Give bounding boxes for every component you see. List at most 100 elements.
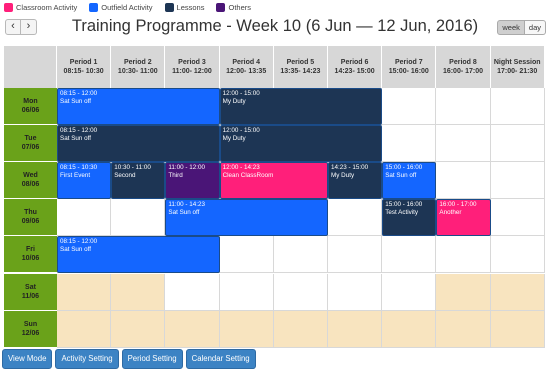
event-title: Sat Sun off (60, 135, 92, 143)
time-slot[interactable] (165, 273, 220, 311)
period-header: Period 8 16:00- 17:00 (436, 46, 491, 88)
period-name: Period 8 (449, 59, 477, 66)
event-block-outfield[interactable]: 08:15 - 12:00 Sat Sun off (57, 88, 220, 126)
view-mode-button[interactable]: View Mode (2, 349, 53, 369)
calendar-setting-button[interactable]: Calendar Setting (185, 349, 256, 369)
time-slot[interactable] (111, 310, 166, 348)
time-slot[interactable] (382, 236, 437, 274)
event-block-lesson[interactable]: 15:00 - 16:00 Test Activity (382, 199, 437, 237)
time-slot[interactable] (436, 236, 491, 274)
time-slot[interactable] (328, 273, 383, 311)
activity-setting-button[interactable]: Activity Setting (55, 349, 119, 369)
event-time: 12:00 - 15:00 (222, 127, 260, 135)
time-slot[interactable] (328, 310, 383, 348)
time-slot[interactable] (490, 236, 545, 274)
day-name: Sun (23, 320, 38, 328)
time-slot[interactable] (165, 310, 220, 348)
time-slot[interactable] (219, 273, 274, 311)
event-block-lesson[interactable]: 12:00 - 15:00 My Duty (219, 88, 383, 126)
day-date: 09/06 (21, 218, 40, 226)
day-name: Fri (26, 246, 35, 254)
period-time: 10:30- 11:00 (117, 68, 158, 75)
event-title: Clean ClassRoom (222, 172, 274, 180)
time-slot[interactable] (219, 310, 274, 348)
day-name: Tue (24, 135, 37, 143)
event-block-classroom[interactable]: 12:00 - 14:23 Clean ClassRoom (219, 162, 328, 200)
event-block-outfield[interactable]: 15:00 - 16:00 Sat Sun off (382, 162, 437, 200)
period-name: Period 2 (123, 59, 152, 66)
event-time: 15:00 - 16:00 (385, 201, 423, 209)
time-slot[interactable] (273, 310, 328, 348)
event-title: Test Activity (385, 209, 419, 217)
time-slot[interactable] (490, 125, 545, 163)
time-slot[interactable] (382, 273, 437, 311)
period-time: 17:00- 21:30 (497, 68, 538, 75)
time-slot[interactable] (57, 199, 112, 237)
event-title: Third (168, 172, 183, 180)
event-block-lesson[interactable]: 10:30 - 11:00 Second (111, 162, 166, 200)
time-slot[interactable] (111, 273, 166, 311)
time-slot[interactable] (490, 273, 545, 311)
calendar-grid: Period 1 08:15- 10:30 Period 2 10:30- 11:00… (4, 46, 545, 348)
period-time: 12:00- 13:35 (226, 68, 267, 75)
period-name: Period 7 (394, 59, 423, 66)
week-view-button[interactable]: week (497, 20, 525, 35)
period-header: Period 2 10:30- 11:00 (111, 46, 166, 88)
period-header: Period 3 11:00- 12:00 (165, 46, 220, 88)
legend-item-classroom: Classroom Activity (4, 2, 77, 12)
period-name: Night Session (493, 59, 541, 66)
time-slot[interactable] (436, 162, 491, 200)
day-header: Fri 10/06 (4, 236, 57, 274)
time-slot[interactable] (436, 88, 491, 126)
day-view-button[interactable]: day (524, 20, 546, 35)
grid-corner (4, 46, 57, 88)
event-block-outfield[interactable]: 08:15 - 12:00 Sat Sun off (57, 236, 220, 274)
time-slot[interactable] (490, 199, 545, 237)
event-block-other[interactable]: 11:00 - 12:00 Third (165, 162, 220, 200)
day-date: 12/06 (21, 329, 40, 337)
day-name: Mon (23, 98, 38, 106)
day-header: Wed 08/06 (4, 162, 57, 200)
period-setting-button[interactable]: Period Setting (121, 349, 183, 369)
others-swatch (216, 2, 226, 12)
lessons-swatch (164, 2, 174, 12)
day-date: 06/06 (21, 107, 40, 115)
event-block-classroom[interactable]: 16:00 - 17:00 Another (436, 199, 491, 237)
period-header: Period 1 08:15- 10:30 (57, 46, 112, 88)
event-title: My Duty (331, 172, 355, 180)
event-time: 15:00 - 16:00 (385, 164, 423, 172)
time-slot[interactable] (382, 310, 437, 348)
time-slot[interactable] (273, 273, 328, 311)
time-slot[interactable] (436, 125, 491, 163)
event-block-outfield[interactable]: 11:00 - 14:23 Sat Sun off (165, 199, 328, 237)
legend-item-outfield: Outfield Activity (89, 2, 153, 12)
time-slot[interactable] (273, 236, 328, 274)
event-block-lesson[interactable]: 14:23 - 15:00 My Duty (328, 162, 383, 200)
time-slot[interactable] (111, 199, 166, 237)
day-name: Wed (23, 172, 38, 180)
time-slot[interactable] (328, 199, 383, 237)
time-slot[interactable] (436, 273, 491, 311)
time-slot[interactable] (490, 310, 545, 348)
event-time: 11:00 - 14:23 (168, 201, 206, 209)
day-name: Sat (25, 283, 36, 291)
event-title: Sat Sun off (168, 209, 200, 217)
time-slot[interactable] (490, 88, 545, 126)
time-slot[interactable] (219, 236, 274, 274)
event-block-lesson[interactable]: 08:15 - 12:00 Sat Sun off (57, 125, 220, 163)
time-slot[interactable] (490, 162, 545, 200)
time-slot[interactable] (382, 125, 437, 163)
day-header: Sun 12/06 (4, 310, 57, 348)
time-slot[interactable] (57, 273, 112, 311)
period-header: Period 5 13:35- 14:23 (273, 46, 328, 88)
period-time: 16:00- 17:00 (442, 68, 484, 75)
time-slot[interactable] (436, 310, 491, 348)
time-slot[interactable] (328, 236, 383, 274)
time-slot[interactable] (57, 310, 112, 348)
day-date: 11/06 (21, 292, 40, 300)
day-header: Thu 09/06 (4, 199, 57, 237)
period-header: Night Session 17:00- 21:30 (490, 46, 545, 88)
event-block-outfield[interactable]: 08:15 - 10:30 First Event (57, 162, 112, 200)
event-block-lesson[interactable]: 12:00 - 15:00 My Duty (219, 125, 383, 163)
time-slot[interactable] (382, 88, 437, 126)
